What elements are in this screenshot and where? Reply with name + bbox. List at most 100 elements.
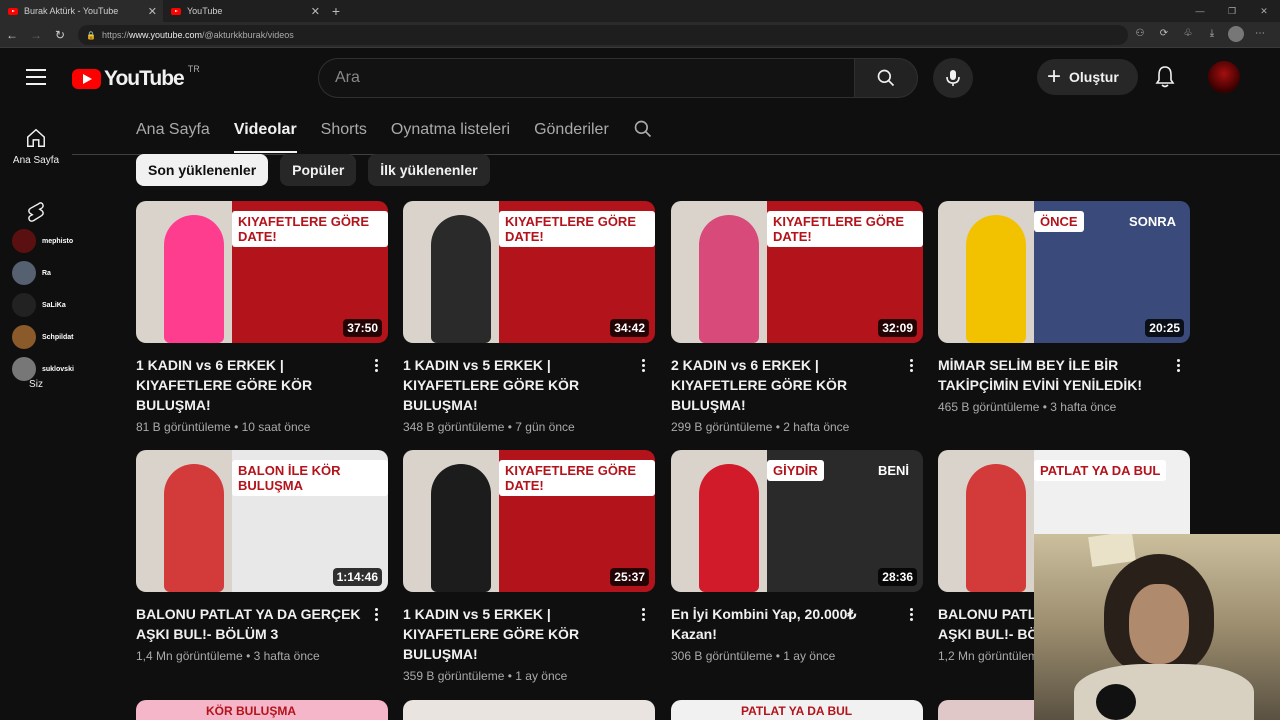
more-options-icon[interactable] — [635, 357, 651, 377]
video-title[interactable]: 1 KADIN vs 5 ERKEK | KIYAFETLERE GÖRE KÖ… — [403, 604, 631, 664]
video-title[interactable]: MİMAR SELİM BEY İLE BİR TAKİPÇİMİN EVİNİ… — [938, 355, 1166, 395]
more-options-icon[interactable] — [903, 606, 919, 626]
browser-tab-youtube[interactable]: YouTube ✕ — [163, 0, 326, 22]
video-card[interactable]: BALON İLE KÖR BULUŞMA 1:14:46 BALONU PATLA… — [136, 450, 388, 663]
notifications-bell-icon[interactable] — [1154, 65, 1176, 94]
video-card[interactable]: KIYAFETLERE GÖRE DATE! 37:50 1 KADIN vs 6 … — [136, 201, 388, 434]
chat-user: Ra — [42, 269, 51, 277]
view-count: 1,2 Mn görüntüleme — [938, 649, 1045, 663]
youtube-logo[interactable]: YouTube TR — [72, 64, 200, 91]
reload-icon[interactable]: ↻ — [48, 28, 72, 42]
video-duration: 25:37 — [610, 568, 649, 586]
view-count: 1,4 Mn görüntüleme — [136, 649, 243, 663]
video-thumbnail[interactable]: BALON İLE KÖR BULUŞMA 1:14:46 — [136, 450, 388, 592]
chip-latest[interactable]: Son yüklenenler — [136, 154, 269, 186]
video-thumbnail[interactable]: ÖNCE SONRA 20:25 — [938, 201, 1190, 343]
profile-icon[interactable] — [1228, 26, 1244, 42]
sidebar-item-home[interactable]: Ana Sayfa — [0, 127, 72, 166]
thumbnail-subject — [164, 464, 224, 592]
sidebar-item-you[interactable]: Siz — [0, 379, 72, 390]
channel-search-icon[interactable] — [633, 119, 653, 144]
chip-oldest[interactable]: İlk yüklenenler — [368, 154, 490, 186]
search-input[interactable]: Ara — [318, 58, 854, 98]
video-thumbnail[interactable]: KIYAFETLERE GÖRE DATE! 34:42 — [403, 201, 655, 343]
tab-shorts[interactable]: Shorts — [321, 120, 367, 153]
more-options-icon[interactable] — [368, 357, 384, 377]
meta-separator: • — [504, 420, 516, 434]
thumbnail-subject — [431, 464, 491, 592]
account-avatar[interactable] — [1208, 61, 1240, 93]
chip-popular[interactable]: Popüler — [280, 154, 357, 186]
back-icon[interactable]: ← — [0, 28, 24, 42]
video-title[interactable]: En İyi Kombini Yap, 20.000₺ Kazan! — [671, 604, 899, 644]
video-title[interactable]: 1 KADIN vs 5 ERKEK | KIYAFETLERE GÖRE KÖ… — [403, 355, 631, 415]
video-card[interactable]: ÖNCE SONRA 20:25 MİMAR SELİM BEY İLE BİR TA… — [938, 201, 1190, 414]
extension-icon[interactable]: ⟳ — [1156, 26, 1172, 42]
address-bar[interactable]: 🔒 https://www.youtube.com/@akturkkburak/… — [78, 25, 1128, 45]
sidebar-home-label: Ana Sayfa — [12, 155, 60, 166]
minimize-icon[interactable]: — — [1184, 0, 1216, 22]
lock-icon: 🔒 — [86, 30, 96, 40]
video-thumbnail[interactable]: KIYAFETLERE GÖRE DATE! 37:50 — [136, 201, 388, 343]
video-card[interactable]: KIYAFETLERE GÖRE DATE! 25:37 1 KADIN vs 5 … — [403, 450, 655, 683]
forward-icon[interactable]: → — [24, 28, 48, 42]
browser-extensions: ⚇ ⟳ ♧ ⤓ ⋯ — [1132, 26, 1268, 42]
sticky-note — [1088, 534, 1136, 567]
tab-videos[interactable]: Videolar — [233, 120, 297, 153]
gamepad-icon[interactable]: ⚇ — [1132, 26, 1148, 42]
search-button[interactable] — [854, 58, 918, 98]
close-tab-icon[interactable]: ✕ — [311, 5, 320, 18]
more-options-icon[interactable] — [903, 357, 919, 377]
next-row-thumbnail[interactable] — [403, 700, 655, 720]
youtube-header: YouTube TR Ara + Oluştur — [0, 49, 1280, 107]
video-thumbnail[interactable]: GİYDİR BENİ 28:36 — [671, 450, 923, 592]
thumbnail-text: PATLAT YA DA BUL — [741, 704, 853, 718]
chat-user: Schpildat — [42, 333, 74, 341]
upload-age: 7 gün önce — [515, 420, 575, 434]
next-row-thumbnail[interactable]: PATLAT YA DA BUL — [671, 700, 923, 720]
voice-search-button[interactable] — [933, 58, 973, 98]
view-count: 299 B görüntüleme — [671, 420, 773, 434]
upload-age: 3 hafta önce — [253, 649, 320, 663]
next-row-thumbnail[interactable]: KÖR BULUŞMA — [136, 700, 388, 720]
chat-avatar — [12, 293, 36, 317]
create-label: Oluştur — [1069, 69, 1119, 85]
tab-home[interactable]: Ana Sayfa — [136, 120, 210, 153]
video-title[interactable]: BALONU PATLAT YA DA GERÇEK AŞKI BUL!- BÖ… — [136, 604, 364, 644]
puzzle-icon[interactable]: ♧ — [1180, 26, 1196, 42]
sidebar-you-label: Siz — [29, 379, 43, 390]
microphone — [1096, 684, 1136, 720]
chat-user: mephisto — [42, 237, 74, 245]
maximize-icon[interactable]: ❐ — [1216, 0, 1248, 22]
tab-posts[interactable]: Gönderiler — [534, 120, 609, 153]
video-title[interactable]: 1 KADIN vs 6 ERKEK | KIYAFETLERE GÖRE KÖ… — [136, 355, 364, 415]
thumbnail-text: GİYDİR — [767, 460, 824, 481]
create-button[interactable]: + Oluştur — [1037, 59, 1138, 95]
video-meta: 359 B görüntüleme • 1 ay önce — [403, 669, 655, 683]
more-options-icon[interactable] — [635, 606, 651, 626]
tab-playlists[interactable]: Oynatma listeleri — [391, 120, 510, 153]
close-window-icon[interactable]: ✕ — [1248, 0, 1280, 22]
sidebar-item-shorts[interactable] — [0, 201, 72, 229]
browser-tab-channel[interactable]: Burak Aktürk - YouTube ✕ — [0, 0, 163, 22]
video-card[interactable]: KIYAFETLERE GÖRE DATE! 34:42 1 KADIN vs 5 … — [403, 201, 655, 434]
video-thumbnail[interactable]: KIYAFETLERE GÖRE DATE! 32:09 — [671, 201, 923, 343]
video-thumbnail[interactable]: KIYAFETLERE GÖRE DATE! 25:37 — [403, 450, 655, 592]
new-tab-icon[interactable]: + — [326, 3, 346, 19]
video-card[interactable]: GİYDİR BENİ 28:36 En İyi Kombini Yap, 20.00… — [671, 450, 923, 663]
thumbnail-text: KIYAFETLERE GÖRE DATE! — [499, 460, 655, 496]
url-host: www.youtube.com — [128, 30, 203, 40]
more-options-icon[interactable] — [368, 606, 384, 626]
browser-tab-strip: Burak Aktürk - YouTube ✕ YouTube ✕ + — ❐… — [0, 0, 1280, 22]
video-duration: 32:09 — [878, 319, 917, 337]
menu-dots-icon[interactable]: ⋯ — [1252, 26, 1268, 42]
video-card[interactable]: KIYAFETLERE GÖRE DATE! 32:09 2 KADIN vs 6 … — [671, 201, 923, 434]
meta-separator: • — [504, 669, 516, 683]
close-tab-icon[interactable]: ✕ — [148, 5, 157, 18]
more-options-icon[interactable] — [1170, 357, 1186, 377]
hamburger-menu-icon[interactable] — [26, 69, 46, 85]
view-count: 306 B görüntüleme — [671, 649, 773, 663]
view-count: 359 B görüntüleme — [403, 669, 505, 683]
video-title[interactable]: 2 KADIN vs 6 ERKEK | KIYAFETLERE GÖRE KÖ… — [671, 355, 899, 415]
download-icon[interactable]: ⤓ — [1204, 26, 1220, 42]
